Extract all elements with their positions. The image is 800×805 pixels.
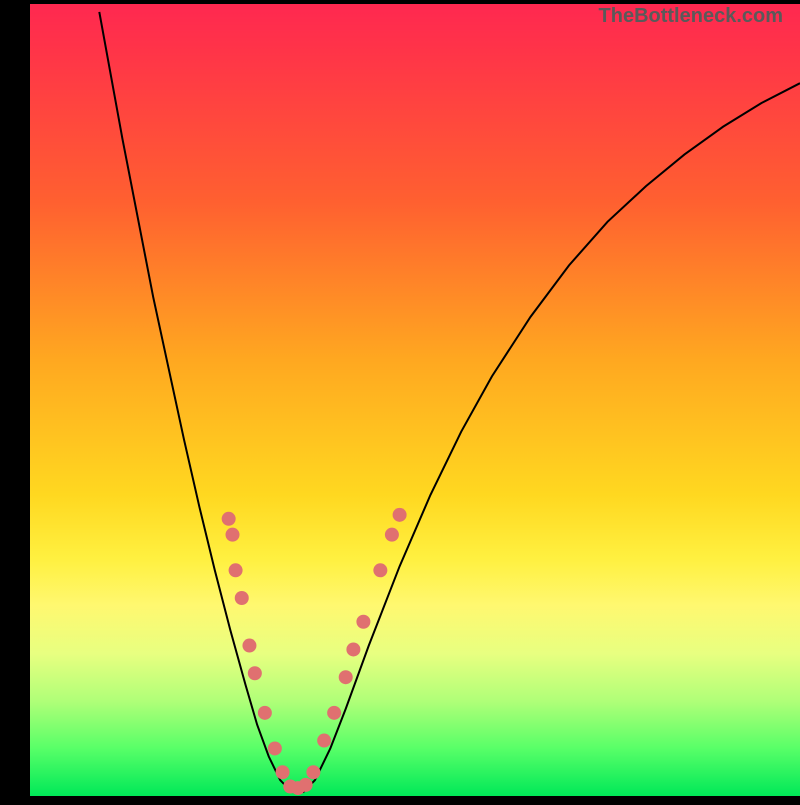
data-dot bbox=[327, 706, 341, 720]
data-dot bbox=[248, 666, 262, 680]
data-dot bbox=[346, 642, 360, 656]
data-dot bbox=[229, 563, 243, 577]
chart-container bbox=[0, 0, 800, 800]
gradient-area bbox=[30, 4, 800, 796]
data-dot bbox=[268, 741, 282, 755]
data-dot bbox=[393, 508, 407, 522]
data-dot bbox=[226, 528, 240, 542]
data-dot bbox=[356, 615, 370, 629]
data-dot bbox=[235, 591, 249, 605]
data-dot bbox=[306, 765, 320, 779]
data-dot bbox=[339, 670, 353, 684]
data-dot bbox=[242, 639, 256, 653]
data-dot bbox=[299, 778, 313, 792]
chart-svg bbox=[0, 0, 800, 800]
data-dot bbox=[258, 706, 272, 720]
data-dot bbox=[276, 765, 290, 779]
data-dot bbox=[385, 528, 399, 542]
data-dot bbox=[373, 563, 387, 577]
watermark-text: TheBottleneck.com bbox=[599, 5, 783, 28]
data-dot bbox=[222, 512, 236, 526]
data-dot bbox=[317, 734, 331, 748]
